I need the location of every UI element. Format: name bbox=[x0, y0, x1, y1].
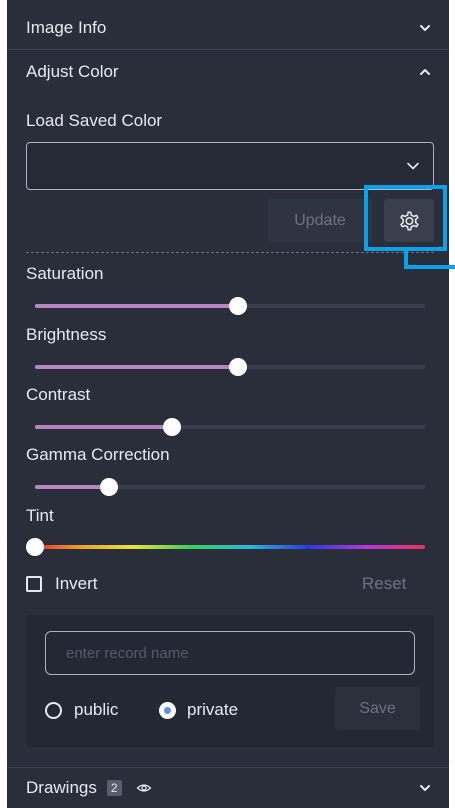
update-button[interactable]: Update bbox=[268, 199, 372, 242]
contrast-slider[interactable] bbox=[35, 418, 425, 436]
slider-thumb[interactable] bbox=[228, 297, 247, 315]
invert-label: Invert bbox=[55, 574, 98, 593]
gamma-correction-label: Gamma Correction bbox=[26, 445, 170, 464]
slider-fill bbox=[35, 425, 172, 429]
record-name-input[interactable] bbox=[45, 631, 415, 675]
section-title: Adjust Color bbox=[26, 61, 119, 81]
chevron-up-icon bbox=[420, 68, 430, 75]
load-saved-color-label: Load Saved Color bbox=[26, 111, 163, 130]
public-radio[interactable] bbox=[45, 702, 62, 719]
chevron-down-icon bbox=[407, 162, 419, 170]
radio-dot bbox=[164, 707, 171, 714]
chevron-down-icon bbox=[420, 24, 430, 31]
slider-thumb[interactable] bbox=[162, 418, 181, 436]
section-title: Image Info bbox=[26, 17, 107, 37]
save-button[interactable]: Save bbox=[335, 687, 420, 730]
slider-thumb[interactable] bbox=[26, 538, 44, 556]
dashed-divider bbox=[26, 252, 434, 253]
invert-checkbox[interactable] bbox=[26, 576, 42, 592]
private-radio[interactable] bbox=[159, 702, 176, 719]
settings-button[interactable] bbox=[384, 199, 434, 242]
section-header-adjust-color[interactable]: Adjust Color bbox=[7, 50, 449, 93]
save-record-form: public private Save bbox=[26, 615, 434, 747]
reset-button[interactable]: Reset bbox=[362, 574, 406, 594]
private-radio-label: private bbox=[187, 700, 239, 719]
eye-icon[interactable] bbox=[136, 780, 152, 796]
contrast-label: Contrast bbox=[26, 385, 91, 404]
side-panel: Image Info Adjust Color Load Saved Color… bbox=[7, 0, 449, 808]
section-header-drawings[interactable]: Drawings 2 bbox=[7, 768, 449, 808]
saved-color-select[interactable] bbox=[26, 142, 434, 190]
section-title: Drawings bbox=[26, 778, 97, 797]
tint-label: Tint bbox=[26, 506, 54, 525]
brightness-label: Brightness bbox=[26, 325, 107, 344]
drawings-count-badge: 2 bbox=[106, 780, 122, 796]
brightness-slider[interactable] bbox=[35, 358, 425, 376]
tint-slider[interactable] bbox=[26, 538, 425, 556]
gear-icon bbox=[400, 210, 419, 231]
slider-fill bbox=[35, 304, 238, 308]
slider-thumb[interactable] bbox=[100, 478, 119, 496]
gamma-correction-slider[interactable] bbox=[35, 478, 425, 496]
saturation-label: Saturation bbox=[26, 264, 104, 283]
slider-fill bbox=[35, 365, 238, 369]
section-header-image-info[interactable]: Image Info bbox=[7, 6, 449, 49]
chevron-down-icon bbox=[420, 785, 430, 791]
slider-thumb[interactable] bbox=[228, 358, 247, 376]
slider-fill bbox=[35, 485, 110, 489]
saturation-slider[interactable] bbox=[35, 297, 425, 315]
public-radio-label: public bbox=[74, 700, 119, 719]
